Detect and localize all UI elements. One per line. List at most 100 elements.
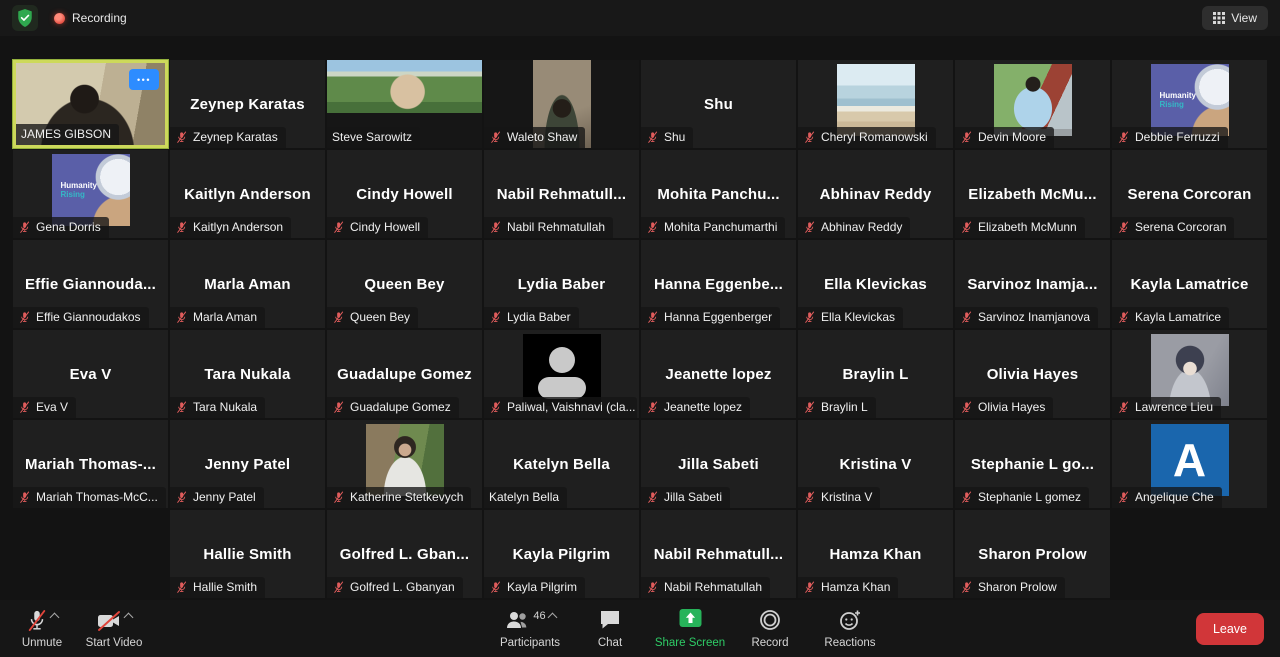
participant-tile[interactable]: Guadalupe Gomez Guadalupe Gomez — [327, 330, 482, 418]
participant-tile[interactable]: Kristina V Kristina V — [798, 420, 953, 508]
muted-mic-icon — [648, 401, 658, 413]
participant-tile[interactable]: Abhinav Reddy Abhinav Reddy — [798, 150, 953, 238]
name-label: Angelique Che — [1112, 487, 1222, 508]
name-label-text: Hanna Eggenberger — [664, 310, 773, 324]
participant-tile[interactable]: Mohita Panchu... Mohita Panchumarthi — [641, 150, 796, 238]
leave-button[interactable]: Leave — [1195, 612, 1264, 645]
participant-tile[interactable]: Marla Aman Marla Aman — [170, 240, 325, 328]
participants-icon — [507, 612, 527, 628]
name-label: Golfred L. Gbanyan — [327, 577, 463, 598]
participant-tile[interactable]: A Angelique Che — [1112, 420, 1267, 508]
participant-tile[interactable]: Kayla Lamatrice Kayla Lamatrice — [1112, 240, 1267, 328]
participant-image — [836, 64, 915, 136]
participant-tile[interactable]: Katelyn Bella Katelyn Bella — [484, 420, 639, 508]
name-label: Devin Moore — [955, 127, 1055, 148]
participant-tile[interactable]: Zeynep Karatas Zeynep Karatas — [170, 60, 325, 148]
video-options-chevron[interactable] — [123, 612, 134, 623]
unmute-label: Unmute — [21, 637, 63, 649]
name-label-text: Golfred L. Gbanyan — [350, 580, 455, 594]
muted-mic-icon — [1119, 221, 1129, 233]
muted-mic-icon — [648, 581, 658, 593]
participant-tile[interactable]: Serena Corcoran Serena Corcoran — [1112, 150, 1267, 238]
name-label-text: Angelique Che — [1135, 490, 1214, 504]
participant-tile[interactable]: Lawrence Lieu — [1112, 330, 1267, 418]
participant-tile[interactable]: Braylin L Braylin L — [798, 330, 953, 418]
participant-tile[interactable]: Waleto Shaw — [484, 60, 639, 148]
chat-button[interactable]: Chat — [574, 600, 646, 657]
muted-mic-icon — [962, 491, 972, 503]
name-label: Gena Dorris — [13, 217, 109, 238]
avatar-letter: A — [1172, 434, 1207, 486]
participant-tile[interactable]: Stephanie L go... Stephanie L gomez — [955, 420, 1110, 508]
humanity-rising-logo-text: Humanity Rising — [60, 181, 97, 200]
recording-label: Recording — [72, 11, 127, 25]
record-button[interactable]: Record — [734, 600, 806, 657]
participant-tile[interactable]: Eva V Eva V — [13, 330, 168, 418]
participant-tile[interactable]: Cheryl Romanowski — [798, 60, 953, 148]
participant-tile[interactable]: Hallie Smith Hallie Smith — [170, 510, 325, 598]
participants-options-chevron[interactable] — [547, 612, 558, 623]
participant-tile[interactable]: Olivia Hayes Olivia Hayes — [955, 330, 1110, 418]
record-icon — [760, 610, 780, 630]
participant-tile[interactable]: Jilla Sabeti Jilla Sabeti — [641, 420, 796, 508]
participant-tile[interactable]: Katherine Stetkevych — [327, 420, 482, 508]
security-shield-icon[interactable] — [12, 5, 38, 31]
participant-tile[interactable]: Jeanette lopez Jeanette lopez — [641, 330, 796, 418]
participant-tile[interactable]: Humanity Rising Gena Dorris — [13, 150, 168, 238]
participant-tile[interactable]: Jenny Patel Jenny Patel — [170, 420, 325, 508]
participant-tile[interactable]: Humanity Rising Debbie Ferruzzi — [1112, 60, 1267, 148]
participant-tile[interactable]: Hamza Khan Hamza Khan — [798, 510, 953, 598]
start-video-button[interactable]: Start Video — [78, 600, 150, 657]
participant-tile[interactable]: Tara Nukala Tara Nukala — [170, 330, 325, 418]
participant-tile[interactable]: Kayla Pilgrim Kayla Pilgrim — [484, 510, 639, 598]
participant-tile[interactable]: Sharon Prolow Sharon Prolow — [955, 510, 1110, 598]
participant-tile[interactable]: Devin Moore — [955, 60, 1110, 148]
muted-mic-icon — [805, 401, 815, 413]
muted-mic-icon — [20, 401, 30, 413]
participant-tile[interactable]: Mariah Thomas-... Mariah Thomas-McC... — [13, 420, 168, 508]
meeting-topbar: Recording View — [0, 0, 1280, 36]
unmute-button[interactable]: Unmute — [6, 600, 78, 657]
participant-tile[interactable]: Nabil Rehmatull... Nabil Rehmatullah — [484, 150, 639, 238]
participant-tile[interactable]: Elizabeth McMu... Elizabeth McMunn — [955, 150, 1110, 238]
more-options-button[interactable] — [129, 69, 159, 90]
participants-button[interactable]: 46 Participants — [494, 600, 566, 657]
participant-tile[interactable]: Lydia Baber Lydia Baber — [484, 240, 639, 328]
view-button[interactable]: View — [1202, 6, 1268, 30]
share-screen-button[interactable]: Share Screen — [654, 600, 726, 657]
name-label-text: Tara Nukala — [193, 400, 258, 414]
participant-tile[interactable]: Ella Klevickas Ella Klevickas — [798, 240, 953, 328]
muted-mic-icon — [962, 221, 972, 233]
reactions-button[interactable]: Reactions — [814, 600, 886, 657]
participant-tile[interactable]: Golfred L. Gban... Golfred L. Gbanyan — [327, 510, 482, 598]
participant-tile[interactable]: Effie Giannouda... Effie Giannoudakos — [13, 240, 168, 328]
participant-tile[interactable]: Sarvinoz Inamja... Sarvinoz Inamjanova — [955, 240, 1110, 328]
grid-view-icon — [1213, 12, 1226, 24]
participant-tile[interactable]: Shu Shu — [641, 60, 796, 148]
muted-mic-icon — [962, 401, 972, 413]
name-label: Katelyn Bella — [484, 487, 568, 508]
name-label-text: Elizabeth McMunn — [978, 220, 1077, 234]
name-label: Kayla Pilgrim — [484, 577, 586, 598]
name-label-text: Kayla Pilgrim — [507, 580, 578, 594]
participant-tile[interactable]: JAMES GIBSON — [13, 60, 168, 148]
participant-tile[interactable]: Paliwal, Vaishnavi (cla... — [484, 330, 639, 418]
participant-tile[interactable]: Nabil Rehmatull... Nabil Rehmatullah — [641, 510, 796, 598]
unmute-options-chevron[interactable] — [49, 612, 60, 623]
name-label-text: Paliwal, Vaishnavi (cla... — [507, 400, 636, 414]
participant-tile[interactable]: Steve Sarowitz — [327, 60, 482, 148]
participant-image: A — [1150, 424, 1229, 496]
participant-tile[interactable]: Cindy Howell Cindy Howell — [327, 150, 482, 238]
participant-tile[interactable]: Queen Bey Queen Bey — [327, 240, 482, 328]
muted-mic-icon — [334, 581, 344, 593]
name-label-text: Jilla Sabeti — [664, 490, 723, 504]
name-label-text: Gena Dorris — [36, 220, 101, 234]
name-label-text: Stephanie L gomez — [978, 490, 1081, 504]
participant-tile[interactable]: Kaitlyn Anderson Kaitlyn Anderson — [170, 150, 325, 238]
participant-tile[interactable]: Hanna Eggenbe... Hanna Eggenberger — [641, 240, 796, 328]
name-label-text: JAMES GIBSON — [21, 127, 112, 141]
name-label: JAMES GIBSON — [16, 124, 120, 145]
name-label: Queen Bey — [327, 307, 419, 328]
muted-mic-icon — [177, 581, 187, 593]
grid-row: Mariah Thomas-... Mariah Thomas-McC... Jen… — [13, 420, 1267, 508]
